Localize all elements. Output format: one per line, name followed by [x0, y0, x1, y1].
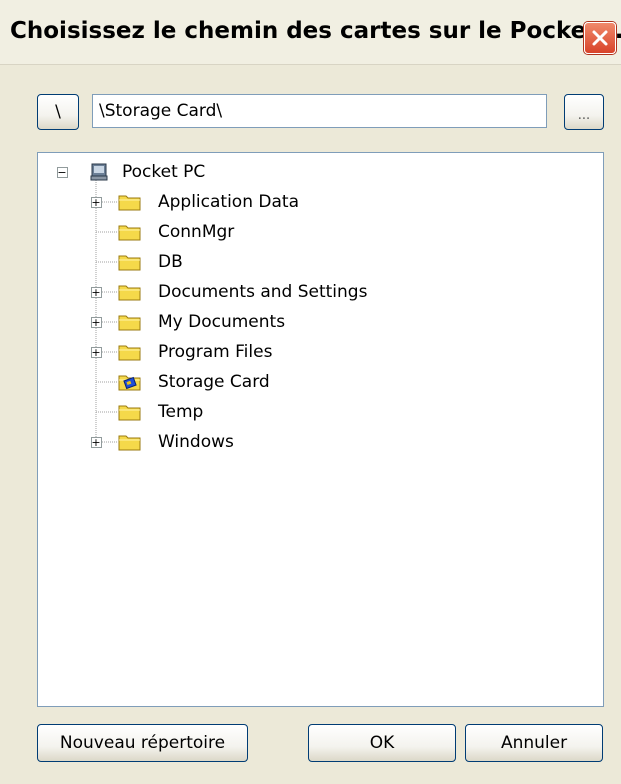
folder-tree[interactable]: − Pocket PC + Application Data ConnMgr DB + Doc…: [37, 152, 604, 707]
tree-item-connmgr[interactable]: ConnMgr: [158, 222, 234, 242]
folder-icon: [118, 435, 141, 451]
ok-button[interactable]: OK: [308, 724, 456, 762]
folder-icon: [118, 225, 141, 241]
path-input[interactable]: [92, 94, 547, 128]
window-title: Choisissez le chemin des cartes sur le P…: [10, 18, 621, 44]
folder-icon: [118, 345, 141, 361]
title-bar: Choisissez le chemin des cartes sur le P…: [0, 0, 621, 65]
browse-button[interactable]: ...: [564, 94, 604, 130]
tree-item-program-files[interactable]: Program Files: [158, 342, 272, 362]
folder-icon: [118, 255, 141, 271]
expand-toggle-my-documents[interactable]: +: [90, 316, 102, 328]
expand-toggle-documents-and-settings[interactable]: +: [90, 286, 102, 298]
tree-item-my-documents[interactable]: My Documents: [158, 312, 285, 332]
root-collapse-toggle[interactable]: −: [56, 166, 68, 178]
close-icon: [592, 30, 608, 46]
new-directory-button[interactable]: Nouveau répertoire: [37, 724, 248, 762]
folder-icon: [118, 315, 141, 331]
tree-item-documents-and-settings[interactable]: Documents and Settings: [158, 282, 367, 302]
tree-item-storage-card[interactable]: Storage Card: [158, 372, 270, 392]
cancel-button[interactable]: Annuler: [465, 724, 603, 762]
storage-card-icon: [118, 375, 141, 391]
root-path-button[interactable]: \: [37, 94, 79, 130]
folder-icon: [118, 195, 141, 211]
expand-toggle-program-files[interactable]: +: [90, 346, 102, 358]
tree-root-pocket-pc[interactable]: Pocket PC: [122, 162, 205, 182]
tree-item-application-data[interactable]: Application Data: [158, 192, 299, 212]
expand-toggle-windows[interactable]: +: [90, 436, 102, 448]
path-bar: \ ...: [0, 88, 621, 134]
folder-icon: [118, 405, 141, 421]
folder-icon: [118, 285, 141, 301]
tree-item-windows[interactable]: Windows: [158, 432, 234, 452]
expand-toggle-application-data[interactable]: +: [90, 196, 102, 208]
close-button[interactable]: [584, 22, 616, 54]
tree-item-temp[interactable]: Temp: [158, 402, 203, 422]
pocket-pc-icon: [90, 163, 108, 181]
tree-item-db[interactable]: DB: [158, 252, 183, 272]
